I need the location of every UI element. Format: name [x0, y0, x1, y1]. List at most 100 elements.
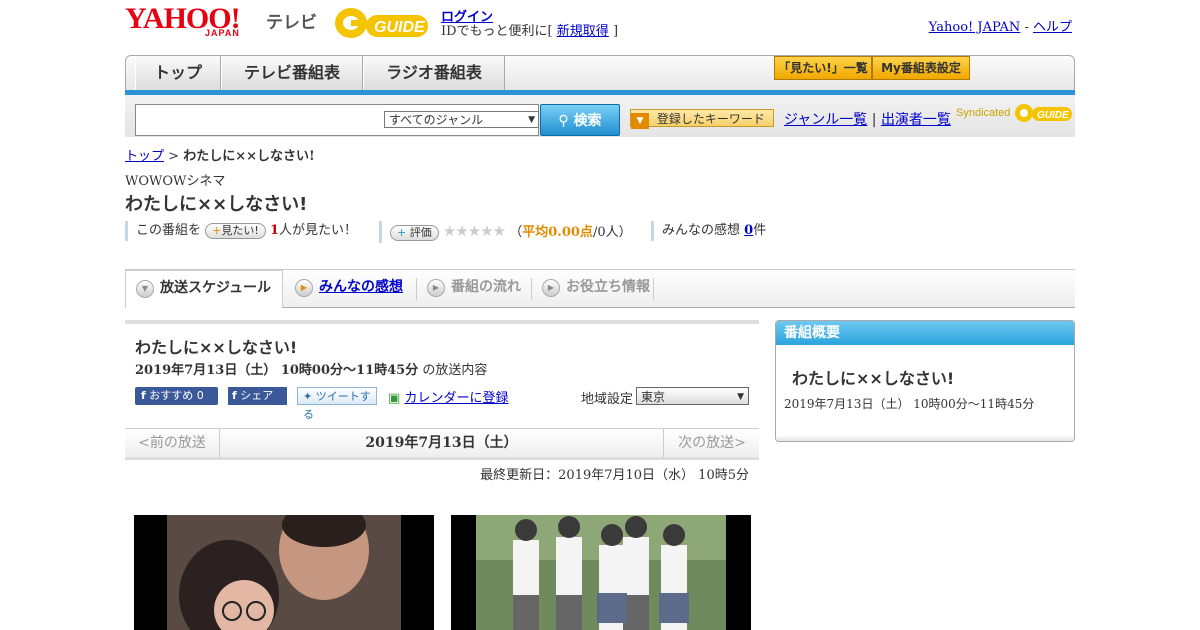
- genre-list-link[interactable]: ジャンル一覧: [784, 112, 867, 128]
- yahoo-japan-logo-text: JAPAN: [205, 28, 240, 38]
- yahoo-japan-link[interactable]: Yahoo! JAPAN: [929, 20, 1021, 35]
- rating-button[interactable]: + 評価: [390, 225, 439, 241]
- nav-tab-top[interactable]: トップ: [135, 56, 221, 90]
- program-summary-datetime: 2019年7月13日（土） 10時00分～11時45分: [784, 397, 1035, 411]
- recommend-count: 0: [196, 389, 204, 402]
- tweet-label: ツイートする: [303, 390, 371, 421]
- prev-broadcast-link[interactable]: <前の放送: [125, 429, 220, 457]
- search-button[interactable]: ⚲ 検索: [540, 104, 620, 136]
- program-summary-heading: 番組概要: [776, 321, 1074, 345]
- syndicated-label: Syndicated: [956, 106, 1011, 119]
- program-still-image-2: [451, 515, 751, 630]
- broadcast-title: わたしに××しなさい!: [135, 338, 298, 357]
- facebook-share-button[interactable]: f シェア: [228, 387, 287, 405]
- breadcrumb-separator: >: [168, 149, 180, 164]
- nav-tab-tv-guide[interactable]: テレビ番組表: [221, 56, 363, 90]
- broadcast-datetime-value: 2019年7月13日（土） 10時00分～11時45分: [135, 363, 419, 378]
- tab-label: お役立ち情報: [566, 279, 650, 295]
- gguide-logo[interactable]: GUIDE: [334, 6, 430, 40]
- syndicated-gguide-badge: Syndicated GUIDE: [956, 102, 1072, 124]
- facebook-recommend-button[interactable]: f おすすめ 0: [135, 387, 218, 405]
- my-bangumi-settings-button[interactable]: My番組表設定: [872, 56, 970, 80]
- mitai-stat: この番組を +見たい! 1人が見たい！: [125, 221, 357, 241]
- tab-broadcast-schedule[interactable]: ▼ 放送スケジュール: [125, 270, 283, 308]
- cast-list-link[interactable]: 出演者一覧: [881, 112, 951, 128]
- search-links: ジャンル一覧 | 出演者一覧: [784, 109, 951, 129]
- mitai-button-label: 見たい!: [221, 224, 259, 237]
- facebook-icon: f: [232, 389, 237, 402]
- calendar-register-link[interactable]: カレンダーに登録: [404, 391, 508, 406]
- content-tabs: ▼ 放送スケジュール ▶ みんなの感想 ▶ 番組の流れ ▶ お役立ち情報: [125, 269, 1075, 308]
- signup-link[interactable]: 新規取得: [557, 24, 609, 39]
- nav-tab-radio-guide[interactable]: ラジオ番組表: [363, 56, 505, 90]
- mitai-count: 1: [269, 223, 279, 238]
- tweet-button[interactable]: ✦ ツイートする: [297, 387, 377, 421]
- rating-avg-prefix: （: [509, 225, 523, 240]
- breadcrumb: トップ > わたしに××しなさい!: [125, 145, 315, 164]
- breadcrumb-top-link[interactable]: トップ: [125, 149, 164, 164]
- help-link[interactable]: ヘルプ: [1033, 20, 1072, 35]
- global-nav: トップ テレビ番組表 ラジオ番組表 「見たい!」一覧 My番組表設定: [125, 55, 1075, 93]
- impressions-unit: 件: [753, 223, 767, 238]
- mitai-list-button[interactable]: 「見たい!」一覧: [774, 56, 872, 80]
- login-prompt-prefix: IDでもっと便利に[: [441, 24, 553, 39]
- twitter-bird-icon: ✦: [303, 390, 313, 403]
- dropdown-arrow-icon: ▼: [737, 392, 744, 402]
- impressions-label: みんなの感想: [662, 223, 741, 238]
- tab-useful-info[interactable]: ▶ お役立ち情報: [532, 270, 676, 306]
- plus-icon: +: [397, 226, 407, 239]
- tab-label: みんなの感想: [319, 279, 403, 295]
- breadcrumb-current: わたしに××しなさい!: [183, 149, 315, 164]
- chevron-down-icon: ▼: [136, 280, 154, 298]
- facebook-icon: f: [141, 389, 146, 402]
- program-still-image-1: [134, 515, 434, 630]
- recommend-label: おすすめ: [149, 389, 194, 402]
- region-select-value: 東京: [641, 390, 666, 404]
- registered-keyword-button[interactable]: ▼ 登録したキーワード: [630, 109, 774, 129]
- calendar-register: ▣ カレンダーに登録: [388, 387, 508, 406]
- gguide-small-icon: GUIDE: [1014, 104, 1072, 122]
- rating-avg-suffix: /0人）: [592, 225, 632, 240]
- broadcast-datetime: 2019年7月13日（土） 10時00分～11時45分 の放送内容: [135, 359, 487, 378]
- search-links-divider: |: [871, 112, 877, 128]
- broadcast-pager: <前の放送 2019年7月13日（土） 次の放送>: [125, 428, 759, 460]
- login-prompt-suffix: ]: [612, 24, 619, 39]
- region-label: 地域設定: [581, 392, 634, 407]
- play-icon: ▶: [542, 279, 560, 297]
- rating-button-label: 評価: [409, 226, 432, 239]
- header-links: Yahoo! JAPAN - ヘルプ: [929, 16, 1072, 35]
- play-icon: ▶: [295, 279, 313, 297]
- login-prompt: IDでもっと便利に[ 新規取得 ]: [441, 20, 618, 39]
- genre-select-value: すべてのジャンル: [389, 113, 484, 127]
- tab-label: 放送スケジュール: [160, 280, 272, 296]
- next-broadcast-link[interactable]: 次の放送>: [663, 429, 760, 457]
- share-label: シェア: [240, 389, 274, 402]
- region-select[interactable]: 東京 ▼: [636, 387, 749, 405]
- broadcast-panel-top-border: [125, 320, 759, 324]
- impressions-count-link[interactable]: 0: [744, 223, 753, 238]
- rating-stat: + 評価 ★★★★★ （平均0.00点/0人）: [379, 221, 632, 243]
- broadcast-content-suffix: の放送内容: [422, 363, 488, 378]
- program-summary-panel: 番組概要 わたしに××しなさい! 2019年7月13日（土） 10時00分～11…: [775, 320, 1075, 442]
- last-updated: 最終更新日：2019年7月10日（水） 10時5分: [480, 468, 749, 483]
- impressions-stat: みんなの感想 0件: [651, 221, 766, 241]
- mitai-text: 人が見たい！: [278, 223, 357, 238]
- search-button-label: 検索: [573, 113, 602, 129]
- header-links-separator: -: [1024, 20, 1029, 35]
- tab-divider: [653, 278, 654, 300]
- page-title: わたしに××しなさい!: [125, 194, 308, 215]
- calendar-add-icon: ▣: [388, 391, 401, 406]
- program-summary-title: わたしに××しなさい!: [792, 369, 955, 388]
- tab-label: 番組の流れ: [451, 279, 521, 295]
- tv-service-name[interactable]: テレビ: [266, 8, 317, 33]
- play-icon: ▶: [427, 279, 445, 297]
- plus-icon: +: [212, 224, 222, 237]
- mitai-button[interactable]: +見たい!: [205, 223, 266, 239]
- dropdown-arrow-icon: ▼: [528, 115, 535, 125]
- channel-name: WOWOWシネマ: [125, 174, 226, 189]
- rating-average: 平均0.00点: [522, 225, 593, 240]
- genre-select[interactable]: すべてのジャンル ▼: [384, 111, 539, 128]
- chevron-down-icon: ▼: [631, 113, 649, 129]
- gguide-small-text: GUIDE: [1037, 110, 1069, 121]
- gguide-logo-text: GUIDE: [374, 19, 426, 36]
